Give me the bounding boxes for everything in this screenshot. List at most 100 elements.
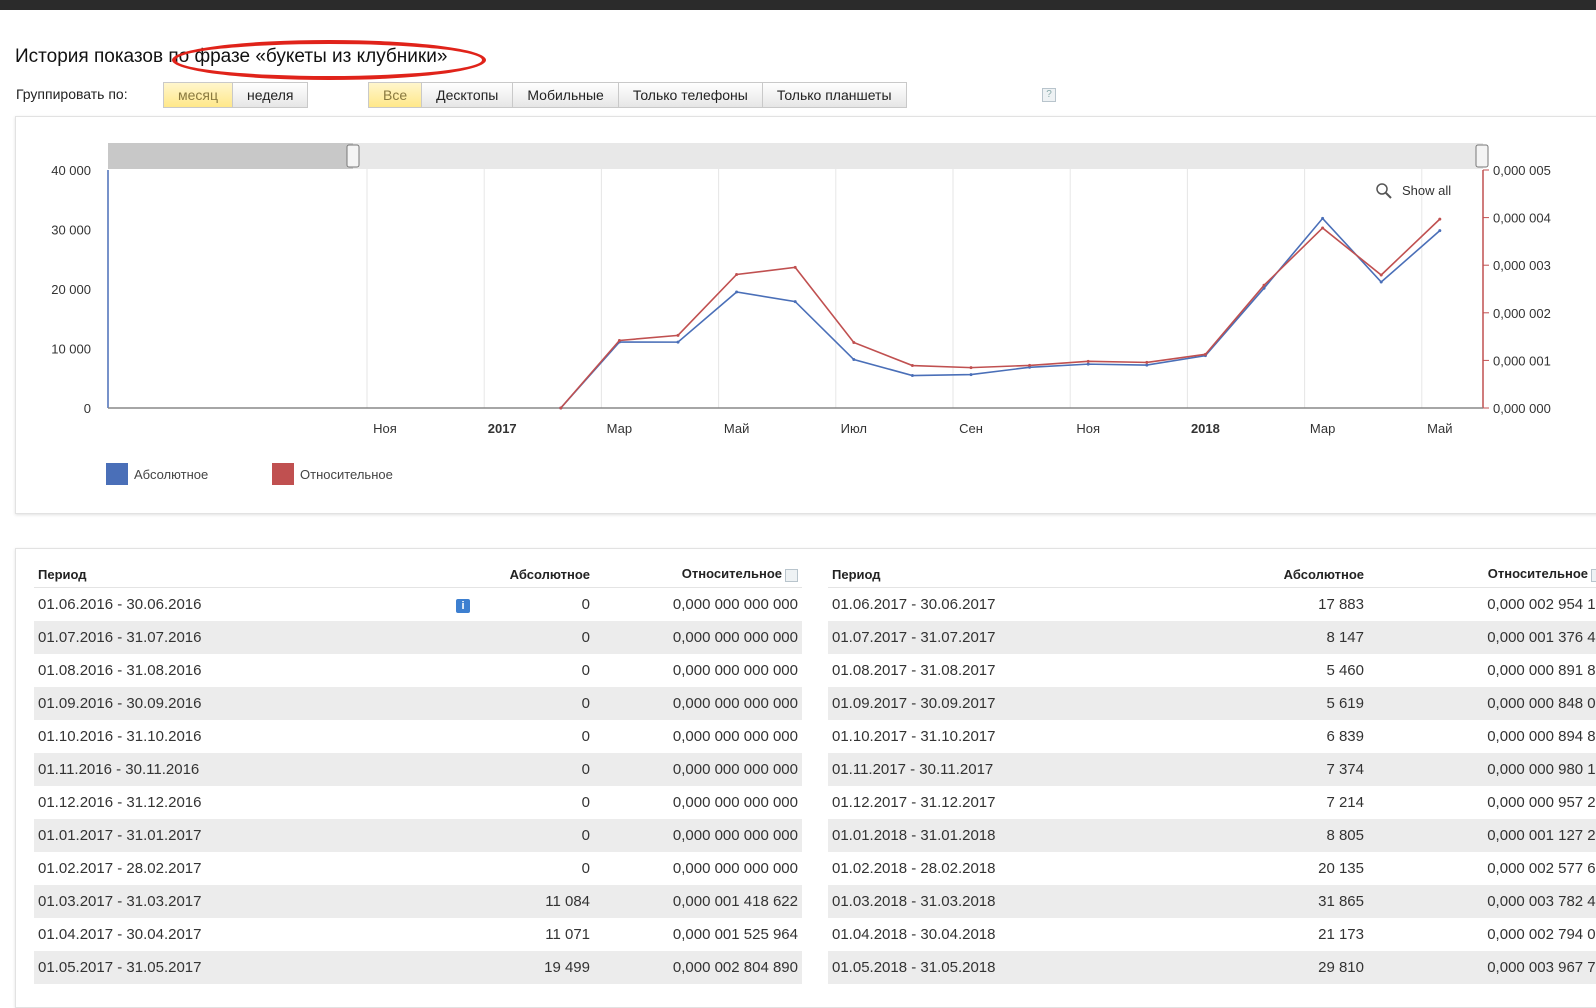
absolute-cell: 0 <box>474 621 594 654</box>
device-button-4[interactable]: Только планшеты <box>761 82 907 108</box>
absolute-cell: 5 619 <box>1228 687 1368 720</box>
data-point[interactable] <box>676 333 680 337</box>
legend-label[interactable]: Относительное <box>300 467 393 482</box>
data-point[interactable] <box>1379 273 1383 277</box>
column-header-relative[interactable]: Относительное <box>1368 561 1596 588</box>
data-point[interactable] <box>852 358 856 362</box>
period-cell: 01.04.2017 - 30.04.2017 <box>38 926 202 943</box>
table-row: 01.04.2018 - 30.04.2018 21 173 0,000 002 7… <box>828 918 1596 951</box>
period-cell: 01.11.2016 - 30.11.2016 <box>34 753 394 786</box>
column-header-period[interactable]: Период <box>828 561 1188 588</box>
period-cell: 01.02.2018 - 28.02.2018 <box>832 860 996 877</box>
y-right-tick-label: 0,000 001 <box>1493 353 1551 368</box>
help-icon[interactable] <box>785 568 798 582</box>
data-point[interactable] <box>1203 352 1207 356</box>
table-row: 01.08.2016 - 31.08.2016 0 0,000 000 000 00… <box>34 654 802 687</box>
period-cell: 01.11.2017 - 30.11.2017 <box>828 753 1188 786</box>
table-row: 01.12.2016 - 31.12.2016 0 0,000 000 000 00… <box>34 786 802 819</box>
absolute-cell: 11 084 <box>474 885 594 918</box>
table-row: 01.06.2016 - 30.06.2016 i 0 0,000 000 000 0… <box>34 588 802 622</box>
x-tick-label: Сен <box>959 421 983 436</box>
magnifier-icon[interactable] <box>1376 183 1388 195</box>
info-icon[interactable]: i <box>456 599 470 613</box>
table-row: 01.01.2018 - 31.01.2018 8 805 0,000 001 12… <box>828 819 1596 852</box>
show-all-button[interactable]: Show all <box>1402 183 1451 198</box>
table-row: 01.03.2017 - 31.03.2017 11 084 0,000 001 4… <box>34 885 802 918</box>
y-left-tick-label: 40 000 <box>51 163 91 178</box>
table-row: 01.09.2016 - 30.09.2016 0 0,000 000 000 00… <box>34 687 802 720</box>
legend-label[interactable]: Абсолютное <box>134 467 208 482</box>
device-button-3[interactable]: Только телефоны <box>617 82 762 108</box>
column-header-period[interactable]: Период <box>34 561 394 588</box>
table-row: 01.11.2017 - 30.11.2017 7 374 0,000 000 98… <box>828 753 1596 786</box>
data-point[interactable] <box>969 366 973 370</box>
relative-cell: 0,000 000 000 000 <box>594 819 802 852</box>
data-point[interactable] <box>793 265 797 269</box>
data-point[interactable] <box>969 373 973 377</box>
legend-swatch[interactable] <box>272 463 294 485</box>
data-point[interactable] <box>852 340 856 344</box>
data-point[interactable] <box>735 290 739 294</box>
device-button-2[interactable]: Мобильные <box>512 82 618 108</box>
data-point[interactable] <box>910 364 914 368</box>
relative-cell: 0,000 000 980 19 <box>1368 753 1596 786</box>
impressions-chart: Ноя 2017 Мар Май Июл Сен Ноя 2018 Мар Май 0 10 000 2… <box>51 143 1551 485</box>
absolute-cell: 21 173 <box>1318 926 1364 943</box>
absolute-cell: 17 883 <box>1318 596 1364 613</box>
column-header-relative[interactable]: Относительное <box>594 561 802 588</box>
data-point[interactable] <box>1086 362 1090 366</box>
absolute-cell: 31 865 <box>1228 885 1368 918</box>
red-annotation-ellipse <box>172 40 486 80</box>
period-cell: 01.08.2016 - 31.08.2016 <box>38 662 202 679</box>
table-row: 01.10.2017 - 31.10.2017 6 839 0,000 000 89… <box>828 720 1596 753</box>
help-icon[interactable] <box>1591 568 1596 582</box>
group-by-label: Группировать по: <box>16 86 128 102</box>
data-point[interactable] <box>793 300 797 304</box>
data-point[interactable] <box>1028 363 1032 367</box>
relative-cell: 0,000 000 000 000 <box>672 596 798 613</box>
table-row: 01.03.2018 - 31.03.2018 31 865 0,000 003 7… <box>828 885 1596 918</box>
navigator-handle-right[interactable] <box>1475 144 1489 168</box>
data-point[interactable] <box>910 374 914 378</box>
data-point[interactable] <box>735 272 739 276</box>
data-point[interactable] <box>1145 360 1149 364</box>
y-right-tick-label: 0,000 002 <box>1493 306 1551 321</box>
data-point[interactable] <box>1379 280 1383 284</box>
device-button-1[interactable]: Десктопы <box>421 82 513 108</box>
data-point[interactable] <box>1438 229 1442 233</box>
data-point[interactable] <box>1262 283 1266 287</box>
data-point[interactable] <box>1321 216 1325 220</box>
device-button-0[interactable]: Все <box>368 82 422 108</box>
x-tick-label: 2017 <box>488 421 517 436</box>
stats-table-right: Период Абсолютное Относительное 01.06.20… <box>828 561 1596 984</box>
data-point[interactable] <box>1145 363 1149 367</box>
data-point[interactable] <box>1438 217 1442 221</box>
data-point[interactable] <box>1086 359 1090 363</box>
column-header-absolute[interactable]: Абсолютное <box>474 561 594 588</box>
legend-swatch[interactable] <box>106 463 128 485</box>
absolute-cell: 6 839 <box>1326 728 1364 745</box>
data-point[interactable] <box>676 340 680 344</box>
absolute-cell: 19 499 <box>474 951 594 984</box>
relative-cell: 0,000 000 000 000 <box>672 860 798 877</box>
absolute-cell: 0 <box>581 596 590 613</box>
help-icon[interactable]: ? <box>1042 88 1056 102</box>
y-left-tick-label: 0 <box>84 401 91 416</box>
data-point[interactable] <box>617 338 621 342</box>
x-tick-label: Июл <box>841 421 867 436</box>
column-header-absolute[interactable]: Абсолютное <box>1228 561 1368 588</box>
data-point[interactable] <box>559 406 563 410</box>
period-cell: 01.03.2017 - 31.03.2017 <box>34 885 394 918</box>
period-button-0[interactable]: месяц <box>163 82 233 108</box>
period-cell: 01.07.2017 - 31.07.2017 <box>828 621 1188 654</box>
series-line-1 <box>560 218 1441 409</box>
x-tick-label: Мар <box>607 421 632 436</box>
period-cell: 01.07.2016 - 31.07.2016 <box>34 621 394 654</box>
table-row: 01.01.2017 - 31.01.2017 0 0,000 000 000 00… <box>34 819 802 852</box>
absolute-cell: 7 374 <box>1228 753 1368 786</box>
period-button-1[interactable]: неделя <box>232 82 309 108</box>
absolute-cell: 7 214 <box>1326 794 1364 811</box>
navigator-handle-left[interactable] <box>346 144 360 168</box>
data-point[interactable] <box>1321 226 1325 230</box>
period-cell: 01.05.2017 - 31.05.2017 <box>34 951 394 984</box>
